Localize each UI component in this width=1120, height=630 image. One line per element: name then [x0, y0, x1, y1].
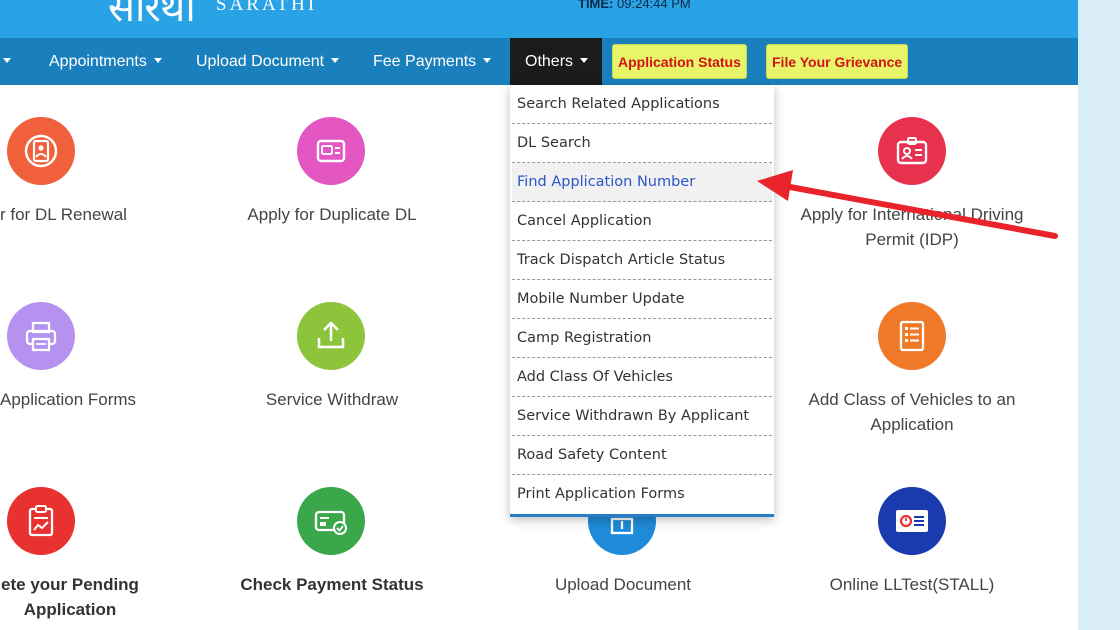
- annotation-arrow: [757, 170, 1058, 239]
